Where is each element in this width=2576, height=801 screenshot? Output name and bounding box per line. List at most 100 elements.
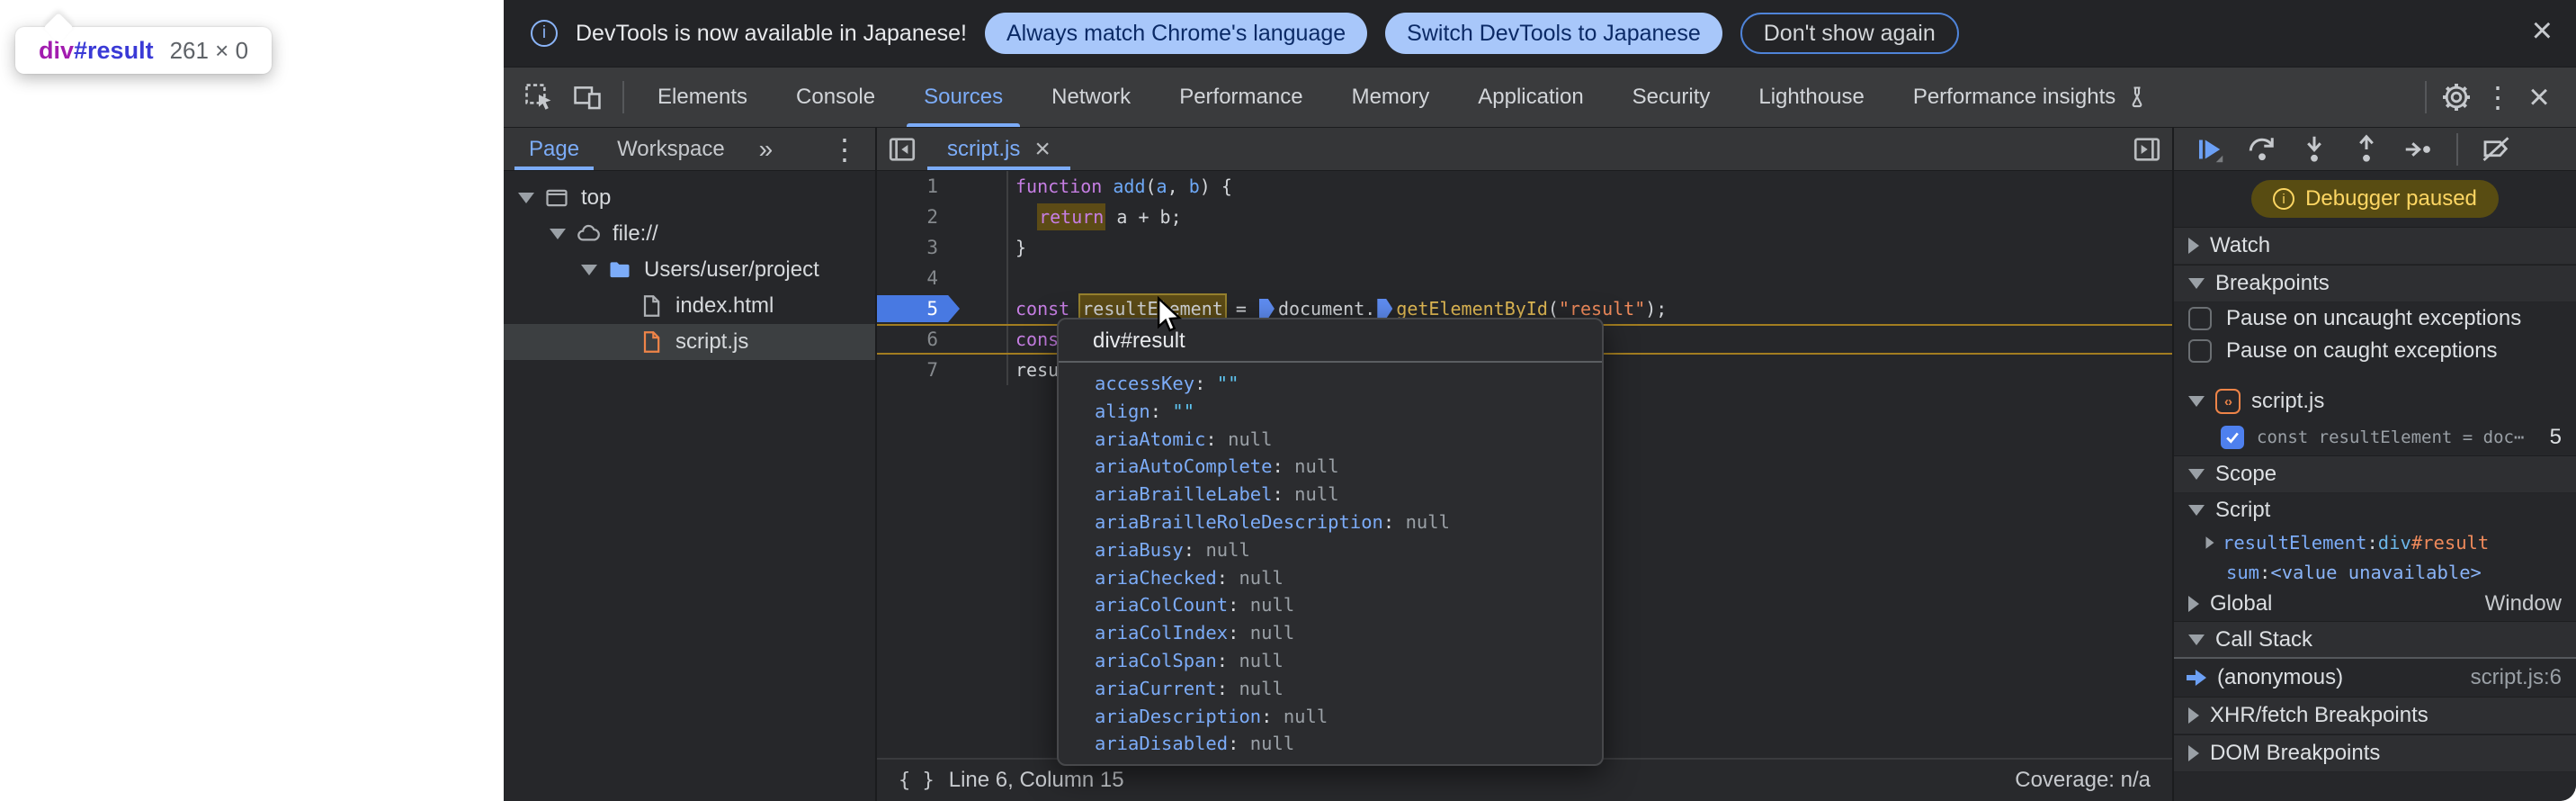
- collapse-navigator-icon[interactable]: [877, 128, 927, 170]
- exception-toggle-row[interactable]: Pause on uncaught exceptions: [2174, 302, 2576, 335]
- info-icon: i: [531, 20, 558, 47]
- tab-security[interactable]: Security: [1608, 68, 1735, 127]
- breakpoint-entry[interactable]: const resultElement = doc⋯ 5: [2174, 419, 2576, 455]
- chevron-down-icon: [2188, 634, 2205, 645]
- popup-property-row: ariaColIndex: null: [1095, 619, 1602, 647]
- tree-item-users-user-project[interactable]: Users/user/project: [504, 252, 875, 288]
- breakpoint-file-group[interactable]: ‹› script.js: [2174, 383, 2576, 419]
- navigator-tabs: Page Workspace » ⋮: [504, 128, 875, 171]
- navigator-kebab-icon[interactable]: ⋮: [830, 128, 875, 170]
- tree-item-script-js[interactable]: script.js: [504, 324, 875, 360]
- call-stack-frame[interactable]: (anonymous) script.js:6: [2174, 659, 2576, 697]
- popup-property-row: ariaCurrent: null: [1095, 675, 1602, 703]
- section-watch[interactable]: Watch: [2174, 227, 2576, 265]
- popup-title: div#result: [1059, 320, 1602, 361]
- more-options-kebab-icon[interactable]: ⋮: [2477, 76, 2518, 118]
- editor-tab-bar: script.js ×: [877, 128, 2172, 171]
- tab-label: Memory: [1352, 85, 1430, 110]
- tab-workspace[interactable]: Workspace: [613, 128, 729, 170]
- mouse-cursor-icon: [1150, 295, 1190, 335]
- tab-page[interactable]: Page: [525, 128, 583, 170]
- navigator-pane: Page Workspace » ⋮ topfile://Users/user/…: [504, 128, 877, 801]
- notification-message: DevTools is now available in Japanese!: [576, 21, 967, 47]
- inspect-element-icon[interactable]: [518, 76, 559, 118]
- always-match-language-button[interactable]: Always match Chrome's language: [985, 13, 1367, 54]
- step-into-icon[interactable]: [2291, 130, 2338, 169]
- editor-tab-scriptjs[interactable]: script.js ×: [927, 128, 1070, 170]
- deactivate-breakpoints-icon[interactable]: [2473, 130, 2519, 169]
- code-text: return a + b;: [1008, 206, 1182, 228]
- tab-performance-insights[interactable]: Performance insights: [1889, 68, 2174, 127]
- line-number[interactable]: 4: [877, 267, 938, 289]
- tree-item-index-html[interactable]: index.html: [504, 288, 875, 324]
- global-scope-value: Window: [2485, 591, 2562, 616]
- line-number[interactable]: 6: [877, 328, 938, 350]
- toolbar-separator: [2456, 133, 2458, 166]
- section-xhr-breakpoints[interactable]: XHR/fetch Breakpoints: [2174, 697, 2576, 734]
- tab-network[interactable]: Network: [1027, 68, 1155, 127]
- section-call-stack[interactable]: Call Stack: [2174, 621, 2576, 659]
- tree-item-file-[interactable]: file://: [504, 216, 875, 252]
- section-breakpoints[interactable]: Breakpoints: [2174, 265, 2576, 302]
- toggle-label: Pause on uncaught exceptions: [2226, 306, 2521, 331]
- tab-application[interactable]: Application: [1453, 68, 1607, 127]
- section-dom-breakpoints[interactable]: DOM Breakpoints: [2174, 734, 2576, 772]
- line-number[interactable]: 2: [877, 206, 938, 228]
- notification-close-icon[interactable]: ×: [2532, 13, 2553, 49]
- object-preview-popup[interactable]: div#result accessKey: ""align: ""ariaAto…: [1057, 318, 1604, 766]
- devtools-window: i DevTools is now available in Japanese!…: [504, 0, 2576, 801]
- scope-var-resultElement[interactable]: resultElement: div#result: [2174, 527, 2576, 557]
- pretty-print-icon[interactable]: { }: [899, 770, 935, 792]
- settings-gear-icon[interactable]: [2436, 76, 2477, 118]
- chevron-right-icon: [2188, 707, 2199, 724]
- chevron-down-icon[interactable]: [518, 193, 534, 203]
- gutter-strip: [938, 171, 1008, 202]
- chevron-right-icon: [2188, 596, 2199, 612]
- inline-breakpoint-marker[interactable]: [1377, 299, 1392, 319]
- tab-elements[interactable]: Elements: [633, 68, 772, 127]
- tree-item-label: index.html: [675, 293, 774, 319]
- toggle-label: Pause on caught exceptions: [2226, 338, 2498, 364]
- tab-label: Sources: [924, 85, 1003, 110]
- resume-script-icon[interactable]: [2187, 130, 2233, 169]
- tab-lighthouse[interactable]: Lighthouse: [1734, 68, 1888, 127]
- dont-show-again-button[interactable]: Don't show again: [1740, 13, 1959, 54]
- devtools-close-icon[interactable]: ×: [2518, 76, 2560, 118]
- line-number[interactable]: 3: [877, 237, 938, 258]
- switch-devtools-japanese-button[interactable]: Switch DevTools to Japanese: [1385, 13, 1722, 54]
- chevron-right-icon: [2188, 238, 2199, 254]
- scope-global-group[interactable]: Global Window: [2174, 587, 2576, 621]
- scope-var-sum: sum: <value unavailable>: [2174, 557, 2576, 587]
- chevron-down-icon[interactable]: [581, 265, 597, 275]
- step-over-icon[interactable]: [2239, 130, 2285, 169]
- section-scope[interactable]: Scope: [2174, 455, 2576, 493]
- inline-breakpoint-marker[interactable]: [1259, 299, 1275, 319]
- chevron-down-icon: [2188, 505, 2205, 516]
- device-toolbar-icon[interactable]: [567, 76, 608, 118]
- popup-property-row: align: "": [1095, 398, 1602, 426]
- line-number[interactable]: 5: [877, 298, 938, 320]
- chevron-down-icon[interactable]: [550, 229, 566, 239]
- scope-script-group[interactable]: Script: [2174, 493, 2576, 527]
- tab-label: Network: [1051, 85, 1131, 110]
- gutter-strip: [938, 263, 1008, 293]
- checkbox[interactable]: [2188, 339, 2212, 363]
- info-icon: i: [2273, 188, 2294, 210]
- collapse-debugger-icon[interactable]: [2122, 128, 2172, 170]
- step-out-icon[interactable]: [2343, 130, 2390, 169]
- step-icon[interactable]: [2395, 130, 2442, 169]
- tab-sources[interactable]: Sources: [899, 68, 1027, 127]
- file-js-icon: [638, 328, 665, 356]
- checkbox[interactable]: [2188, 307, 2212, 330]
- breakpoint-checkbox[interactable]: [2221, 426, 2244, 449]
- tab-performance[interactable]: Performance: [1155, 68, 1327, 127]
- line-number[interactable]: 1: [877, 176, 938, 197]
- more-tabs-chevron[interactable]: »: [759, 128, 774, 170]
- line-number[interactable]: 7: [877, 359, 938, 381]
- tree-item-top[interactable]: top: [504, 180, 875, 216]
- tab-close-icon[interactable]: ×: [1034, 136, 1051, 163]
- exception-toggle-row[interactable]: Pause on caught exceptions: [2174, 335, 2576, 367]
- tab-memory[interactable]: Memory: [1328, 68, 1454, 127]
- popup-property-row: ariaBrailleRoleDescription: null: [1095, 508, 1602, 536]
- tab-console[interactable]: Console: [772, 68, 899, 127]
